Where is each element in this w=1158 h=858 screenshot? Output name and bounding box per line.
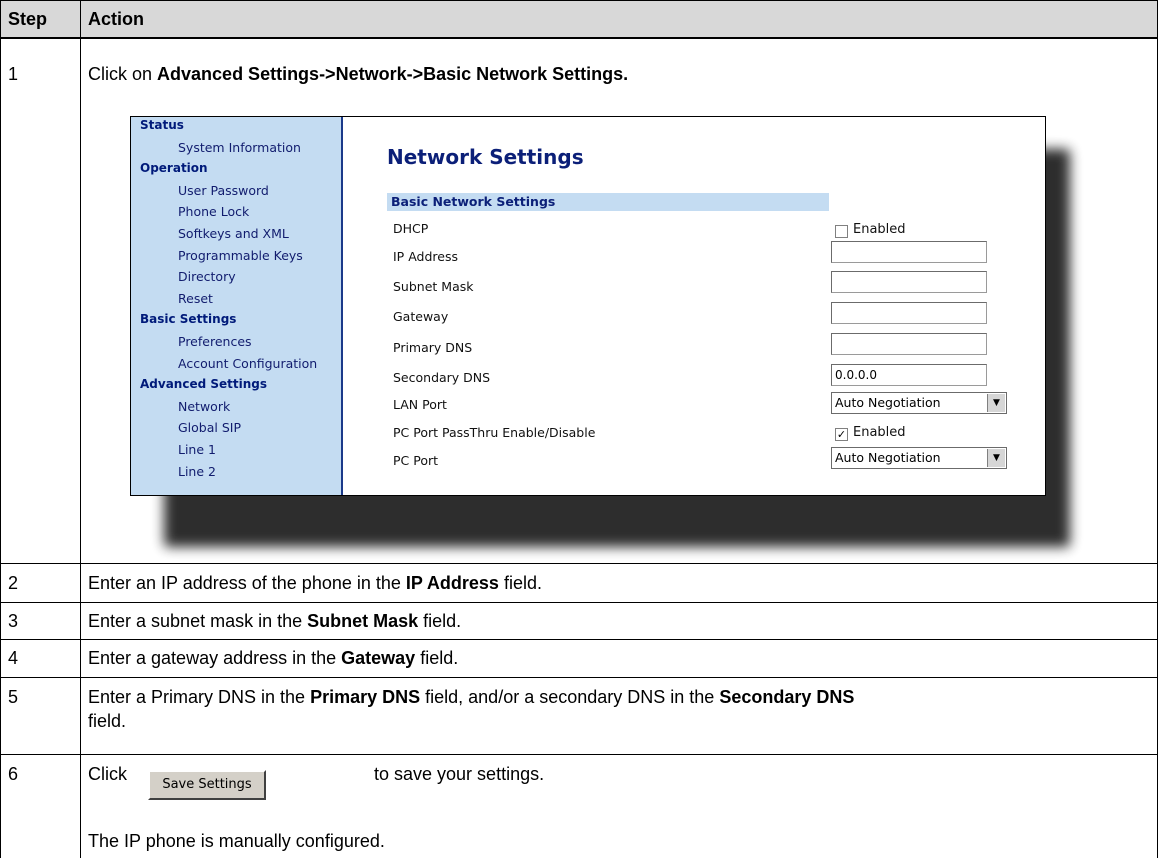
pc-passthru-checkbox[interactable]: ✓ xyxy=(835,428,848,441)
sidebar-section-heading: Basic Settings xyxy=(140,312,237,327)
sidebar-item[interactable]: Line 1 xyxy=(178,442,216,457)
page-title: Network Settings xyxy=(387,145,584,169)
sidebar-section-heading: Advanced Settings xyxy=(140,377,268,392)
step-number: 3 xyxy=(8,611,19,631)
subnet-mask-label: Subnet Mask xyxy=(393,279,474,294)
sidebar-section-heading: Status xyxy=(140,118,184,132)
section-header: Basic Network Settings xyxy=(387,193,829,211)
dhcp-label: DHCP xyxy=(393,221,429,236)
step-instruction: Enter a gateway address in the Gateway f… xyxy=(88,648,459,668)
primary-dns-input[interactable] xyxy=(831,333,987,355)
step-instruction-continued: field. xyxy=(88,711,127,731)
sidebar-item[interactable]: Reset xyxy=(178,291,213,306)
sidebar-item[interactable]: Global SIP xyxy=(178,420,241,435)
secondary-dns-label: Secondary DNS xyxy=(393,370,491,385)
lan-port-value: Auto Negotiation xyxy=(835,395,941,410)
table-header-row xyxy=(0,0,1158,38)
step-number: 5 xyxy=(8,687,19,707)
step-number: 1 xyxy=(8,64,19,84)
step-instruction: Click on Advanced Settings->Network->Bas… xyxy=(88,63,628,85)
action-column-header: Action xyxy=(88,9,144,29)
dhcp-checkbox[interactable] xyxy=(835,225,848,238)
section-title: Basic Network Settings xyxy=(391,194,556,209)
sidebar-item[interactable]: Directory xyxy=(178,269,236,284)
sidebar-item[interactable]: Softkeys and XML xyxy=(178,226,289,241)
sidebar-item[interactable]: System Information xyxy=(178,140,301,155)
lan-port-label: LAN Port xyxy=(393,397,447,412)
ip-address-input[interactable] xyxy=(831,241,987,263)
sidebar-item[interactable]: Preferences xyxy=(178,334,252,349)
ip-address-label: IP Address xyxy=(393,249,458,264)
step-instruction: Enter a Primary DNS in the Primary DNS f… xyxy=(88,687,855,707)
dropdown-arrow-icon[interactable]: ▼ xyxy=(987,394,1005,412)
step-instruction: Enter an IP address of the phone in the … xyxy=(88,573,542,593)
sidebar-item[interactable]: User Password xyxy=(178,183,269,198)
save-settings-button[interactable]: Save Settings xyxy=(148,770,266,800)
sidebar-item[interactable]: Phone Lock xyxy=(178,204,249,219)
result-note: The IP phone is manually configured. xyxy=(88,831,385,851)
pc-passthru-enabled-label: Enabled xyxy=(853,425,906,440)
sidebar-nav: Status System Information Operation User Pa… xyxy=(131,117,343,495)
step-number: 2 xyxy=(8,573,19,593)
step-instruction: Enter a subnet mask in the Subnet Mask f… xyxy=(88,611,462,631)
save-instruction: to save your settings. xyxy=(374,764,545,784)
sidebar-item[interactable]: Line 2 xyxy=(178,464,216,479)
instruction-path: Advanced Settings->Network->Basic Networ… xyxy=(157,64,629,84)
gateway-input[interactable] xyxy=(831,302,987,324)
click-text: Click xyxy=(88,764,127,784)
sidebar-section-heading: Operation xyxy=(140,161,208,176)
instruction-text: Click on xyxy=(88,64,158,84)
subnet-mask-input[interactable] xyxy=(831,271,987,293)
gateway-label: Gateway xyxy=(393,309,449,324)
primary-dns-label: Primary DNS xyxy=(393,340,473,355)
network-settings-screenshot: Status System Information Operation User Pa… xyxy=(130,116,1046,496)
dropdown-arrow-icon[interactable]: ▼ xyxy=(987,449,1005,467)
step-number: 6 xyxy=(8,764,19,784)
sidebar-item[interactable]: Network xyxy=(178,399,230,414)
secondary-dns-input[interactable]: 0.0.0.0 xyxy=(831,364,987,386)
pc-port-label: PC Port xyxy=(393,453,439,468)
step-number: 4 xyxy=(8,648,19,668)
pc-port-value: Auto Negotiation xyxy=(835,450,941,465)
step-column-header: Step xyxy=(8,9,48,29)
sidebar-item[interactable]: Account Configuration xyxy=(178,356,317,371)
lan-port-select[interactable]: Auto Negotiation ▼ xyxy=(831,392,1007,414)
pc-port-select[interactable]: Auto Negotiation ▼ xyxy=(831,447,1007,469)
sidebar-item[interactable]: Programmable Keys xyxy=(178,248,303,263)
pc-passthru-label: PC Port PassThru Enable/Disable xyxy=(393,425,596,440)
dhcp-enabled-label: Enabled xyxy=(853,222,906,237)
